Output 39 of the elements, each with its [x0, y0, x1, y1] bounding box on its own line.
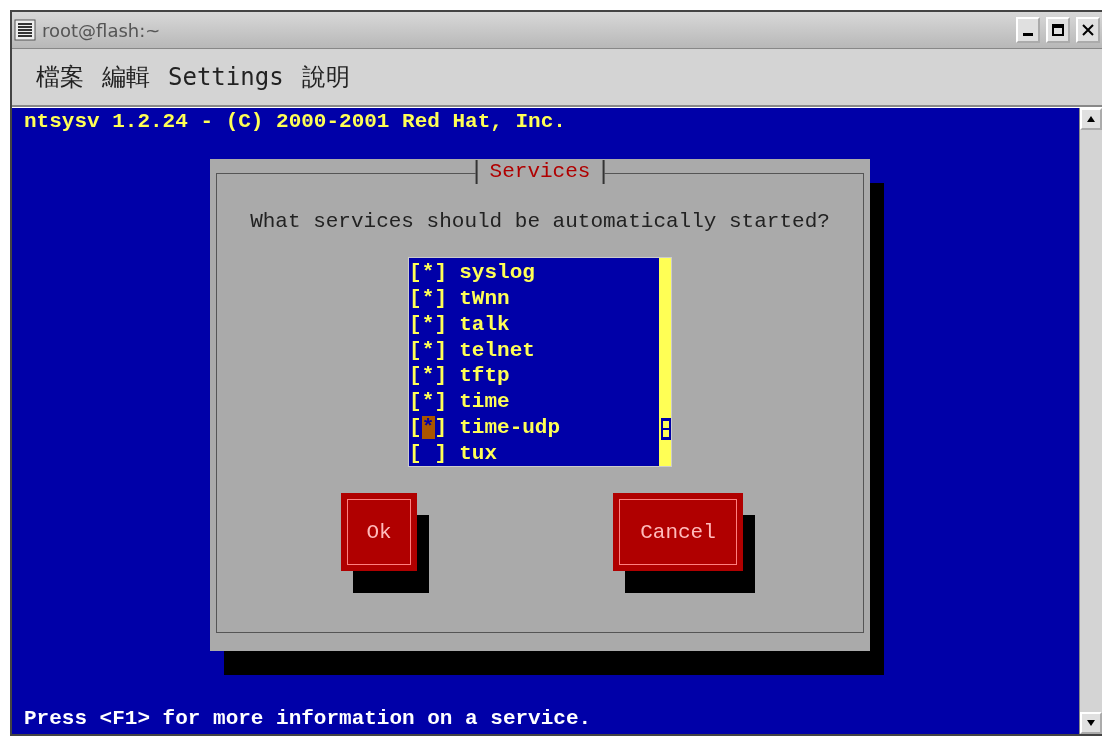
service-checkbox[interactable]: [ ]: [409, 441, 448, 465]
scroll-thumb-icon[interactable]: [662, 420, 670, 438]
up-arrow-icon: [1086, 115, 1096, 123]
list-scrollbar[interactable]: [659, 258, 671, 466]
service-name: tWnn: [459, 287, 510, 311]
window-title: root@flash:~: [42, 19, 162, 41]
header-text: ntsysv 1.2.24 - (C) 2000-2001 Red Hat, Inc.: [24, 110, 566, 133]
service-name: time: [459, 390, 510, 414]
service-checkbox[interactable]: [*]: [409, 312, 448, 336]
service-checkbox[interactable]: [*]: [409, 338, 448, 362]
minimize-button[interactable]: [1016, 17, 1040, 43]
dialog-prompt: What services should be automatically started?: [250, 210, 830, 233]
menu-item[interactable]: 說明: [301, 61, 350, 93]
close-icon: [1082, 24, 1094, 36]
service-checkbox[interactable]: [*]: [409, 287, 448, 311]
menu-item[interactable]: 編輯: [102, 61, 150, 93]
service-checkbox[interactable]: [*]: [409, 390, 448, 414]
service-name: syslog: [459, 261, 535, 285]
status-text: Press <F1> for more information on a service.: [24, 707, 592, 730]
service-name: time-udp: [459, 415, 561, 439]
down-arrow-icon: [1086, 719, 1096, 727]
scroll-up-button[interactable]: [1080, 108, 1102, 130]
menu-item[interactable]: Settings: [168, 63, 284, 91]
maximize-button[interactable]: [1046, 17, 1070, 43]
service-name: talk: [459, 312, 510, 336]
dialog-title: Services: [475, 160, 605, 184]
service-name: telnet: [459, 338, 535, 362]
scroll-down-button[interactable]: [1080, 712, 1102, 734]
service-checkbox[interactable]: [*]: [409, 364, 448, 388]
service-name: tux: [459, 441, 498, 465]
maximize-icon: [1052, 24, 1064, 36]
service-checkbox[interactable]: [*]: [409, 261, 448, 285]
window-menu-icon[interactable]: [14, 19, 36, 41]
service-checkbox[interactable]: [*]: [409, 415, 448, 439]
vertical-scrollbar[interactable]: [1079, 108, 1102, 734]
minimize-icon: [1023, 32, 1033, 36]
service-name: tftp: [459, 364, 510, 388]
menu-item[interactable]: 檔案: [36, 61, 84, 93]
close-button[interactable]: [1076, 17, 1100, 43]
